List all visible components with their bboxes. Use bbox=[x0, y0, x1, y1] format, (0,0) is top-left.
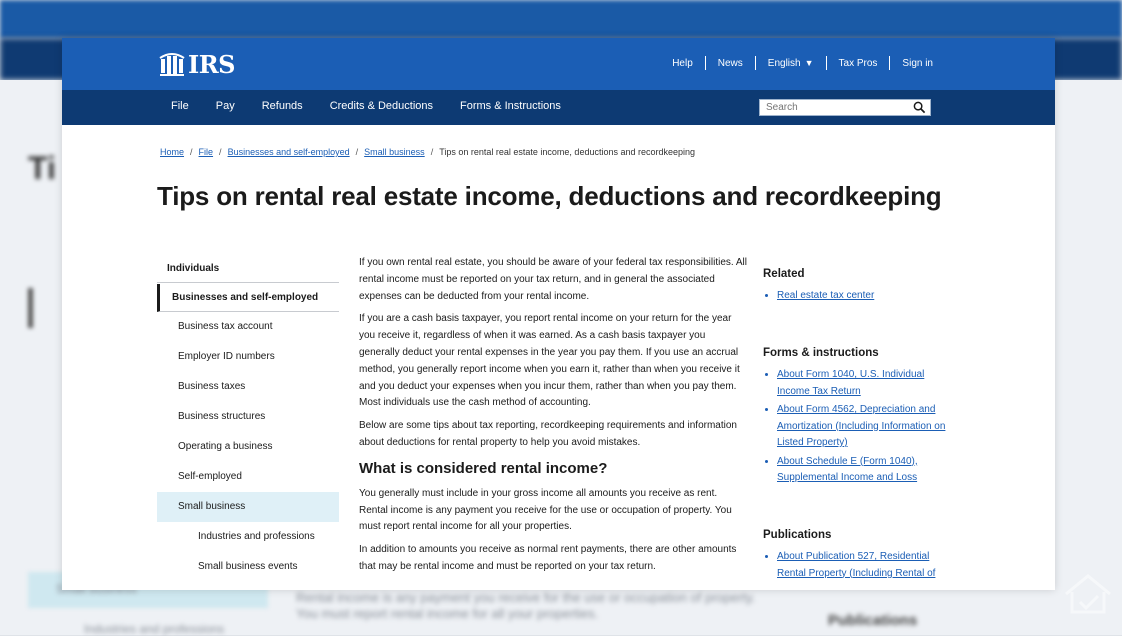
search-box bbox=[759, 99, 931, 116]
breadcrumb: Home / File / Businesses and self-employ… bbox=[160, 147, 695, 157]
forms-section: Forms & instructions About Form 1040, U.… bbox=[763, 347, 948, 489]
divider bbox=[825, 56, 827, 70]
search-icon[interactable] bbox=[913, 101, 926, 114]
nav-item-credits-deductions[interactable]: Credits & Deductions bbox=[330, 100, 433, 112]
sidebar-item-small-business[interactable]: Small business bbox=[157, 492, 339, 522]
link-form-4562[interactable]: About Form 4562, Depreciation and Amorti… bbox=[777, 404, 945, 448]
sidebar-item-business-taxes[interactable]: Business taxes bbox=[157, 372, 339, 402]
sidebar-item-employer-id[interactable]: Employer ID numbers bbox=[157, 342, 339, 372]
tax-pros-link[interactable]: Tax Pros bbox=[839, 58, 878, 69]
list-item: About Form 1040, U.S. Individual Income … bbox=[777, 367, 948, 400]
paragraph: Below are some tips about tax reporting,… bbox=[359, 420, 737, 448]
background-text-line: Rental income is any payment you receive… bbox=[296, 590, 756, 605]
help-link[interactable]: Help bbox=[672, 58, 693, 69]
sidebar-item-businesses[interactable]: Businesses and self-employed bbox=[157, 284, 339, 312]
main-content: If you own rental real estate, you shoul… bbox=[359, 255, 747, 582]
breadcrumb-home[interactable]: Home bbox=[160, 147, 184, 157]
nav-item-pay[interactable]: Pay bbox=[216, 100, 235, 112]
nav-item-forms-instructions[interactable]: Forms & Instructions bbox=[460, 100, 561, 112]
sidebar-item-operating-business[interactable]: Operating a business bbox=[157, 432, 339, 462]
divider bbox=[754, 56, 756, 70]
breadcrumb-separator: / bbox=[219, 147, 222, 157]
irs-page: IRS Help News English ▼ Tax Pros Sign in … bbox=[62, 38, 1055, 590]
utility-links: Help News English ▼ Tax Pros Sign in bbox=[672, 56, 933, 70]
nav-item-file[interactable]: File bbox=[171, 100, 189, 112]
sidebar-nav: Individuals Businesses and self-employed… bbox=[157, 256, 339, 582]
forms-heading: Forms & instructions bbox=[763, 347, 879, 359]
paragraph: If you are a cash basis taxpayer, you re… bbox=[359, 313, 740, 409]
eagle-logo-icon bbox=[159, 52, 185, 76]
top-header: IRS Help News English ▼ Tax Pros Sign in bbox=[62, 38, 1055, 90]
nav-item-refunds[interactable]: Refunds bbox=[262, 100, 303, 112]
list-item: About Publication 527, Residential Renta… bbox=[777, 549, 948, 582]
paragraph: In addition to amounts you receive as no… bbox=[359, 544, 737, 572]
breadcrumb-separator: / bbox=[190, 147, 193, 157]
background-top-bar bbox=[0, 0, 1122, 38]
sidebar-item-individuals[interactable]: Individuals bbox=[157, 256, 339, 283]
sidebar-item-business-structures[interactable]: Business structures bbox=[157, 402, 339, 432]
related-section: Related Real estate tax center bbox=[763, 268, 874, 307]
background-title-fragment: Ti bbox=[28, 150, 56, 186]
irs-logo[interactable]: IRS bbox=[158, 50, 236, 79]
background-sidebar-bar bbox=[28, 288, 33, 328]
search-input[interactable] bbox=[766, 102, 906, 113]
breadcrumb-separator: / bbox=[430, 147, 434, 157]
related-heading: Related bbox=[763, 268, 805, 280]
sidebar-subitem-events[interactable]: Small business events bbox=[157, 552, 339, 582]
house-watermark-icon bbox=[1065, 574, 1111, 614]
logo-text: IRS bbox=[188, 50, 236, 79]
news-link[interactable]: News bbox=[718, 58, 743, 69]
list-item: About Form 4562, Depreciation and Amorti… bbox=[777, 402, 948, 452]
divider bbox=[704, 56, 706, 70]
list-item: Real estate tax center bbox=[777, 288, 874, 305]
breadcrumb-small-business[interactable]: Small business bbox=[364, 147, 425, 157]
breadcrumb-businesses[interactable]: Businesses and self-employed bbox=[228, 147, 350, 157]
publications-section: Publications About Publication 527, Resi… bbox=[763, 529, 948, 584]
sidebar-subitem-industries[interactable]: Industries and professions bbox=[157, 522, 339, 552]
link-form-1040[interactable]: About Form 1040, U.S. Individual Income … bbox=[777, 369, 924, 397]
background-sidebar-industries: Industries and professions bbox=[84, 622, 225, 636]
link-real-estate-tax-center[interactable]: Real estate tax center bbox=[777, 290, 874, 301]
breadcrumb-file[interactable]: File bbox=[199, 147, 214, 157]
link-publication-527[interactable]: About Publication 527, Residential Renta… bbox=[777, 551, 935, 579]
sidebar-item-business-tax-account[interactable]: Business tax account bbox=[157, 312, 339, 342]
language-label: English bbox=[767, 57, 801, 69]
link-schedule-e[interactable]: About Schedule E (Form 1040), Supplement… bbox=[777, 456, 918, 484]
paragraph: You generally must include in your gross… bbox=[359, 487, 732, 533]
sign-in-link[interactable]: Sign in bbox=[902, 58, 933, 69]
page-title: Tips on rental real estate income, deduc… bbox=[157, 181, 942, 211]
chevron-down-icon: ▼ bbox=[804, 57, 814, 68]
breadcrumb-separator: / bbox=[355, 147, 359, 157]
sidebar-item-self-employed[interactable]: Self-employed bbox=[157, 462, 339, 492]
divider bbox=[889, 56, 891, 70]
list-item: About Schedule E (Form 1040), Supplement… bbox=[777, 454, 948, 487]
background-text-line: You must report rental income for all yo… bbox=[296, 606, 599, 621]
language-selector[interactable]: English ▼ bbox=[768, 58, 814, 69]
publications-heading: Publications bbox=[763, 529, 832, 541]
paragraph: If you own rental real estate, you shoul… bbox=[359, 257, 747, 302]
background-publications-heading: Publications bbox=[828, 612, 918, 629]
main-navigation: File Pay Refunds Credits & Deductions Fo… bbox=[62, 90, 1055, 125]
section-heading: What is considered rental income? bbox=[359, 459, 608, 477]
breadcrumb-current: Tips on rental real estate income, deduc… bbox=[439, 147, 696, 157]
